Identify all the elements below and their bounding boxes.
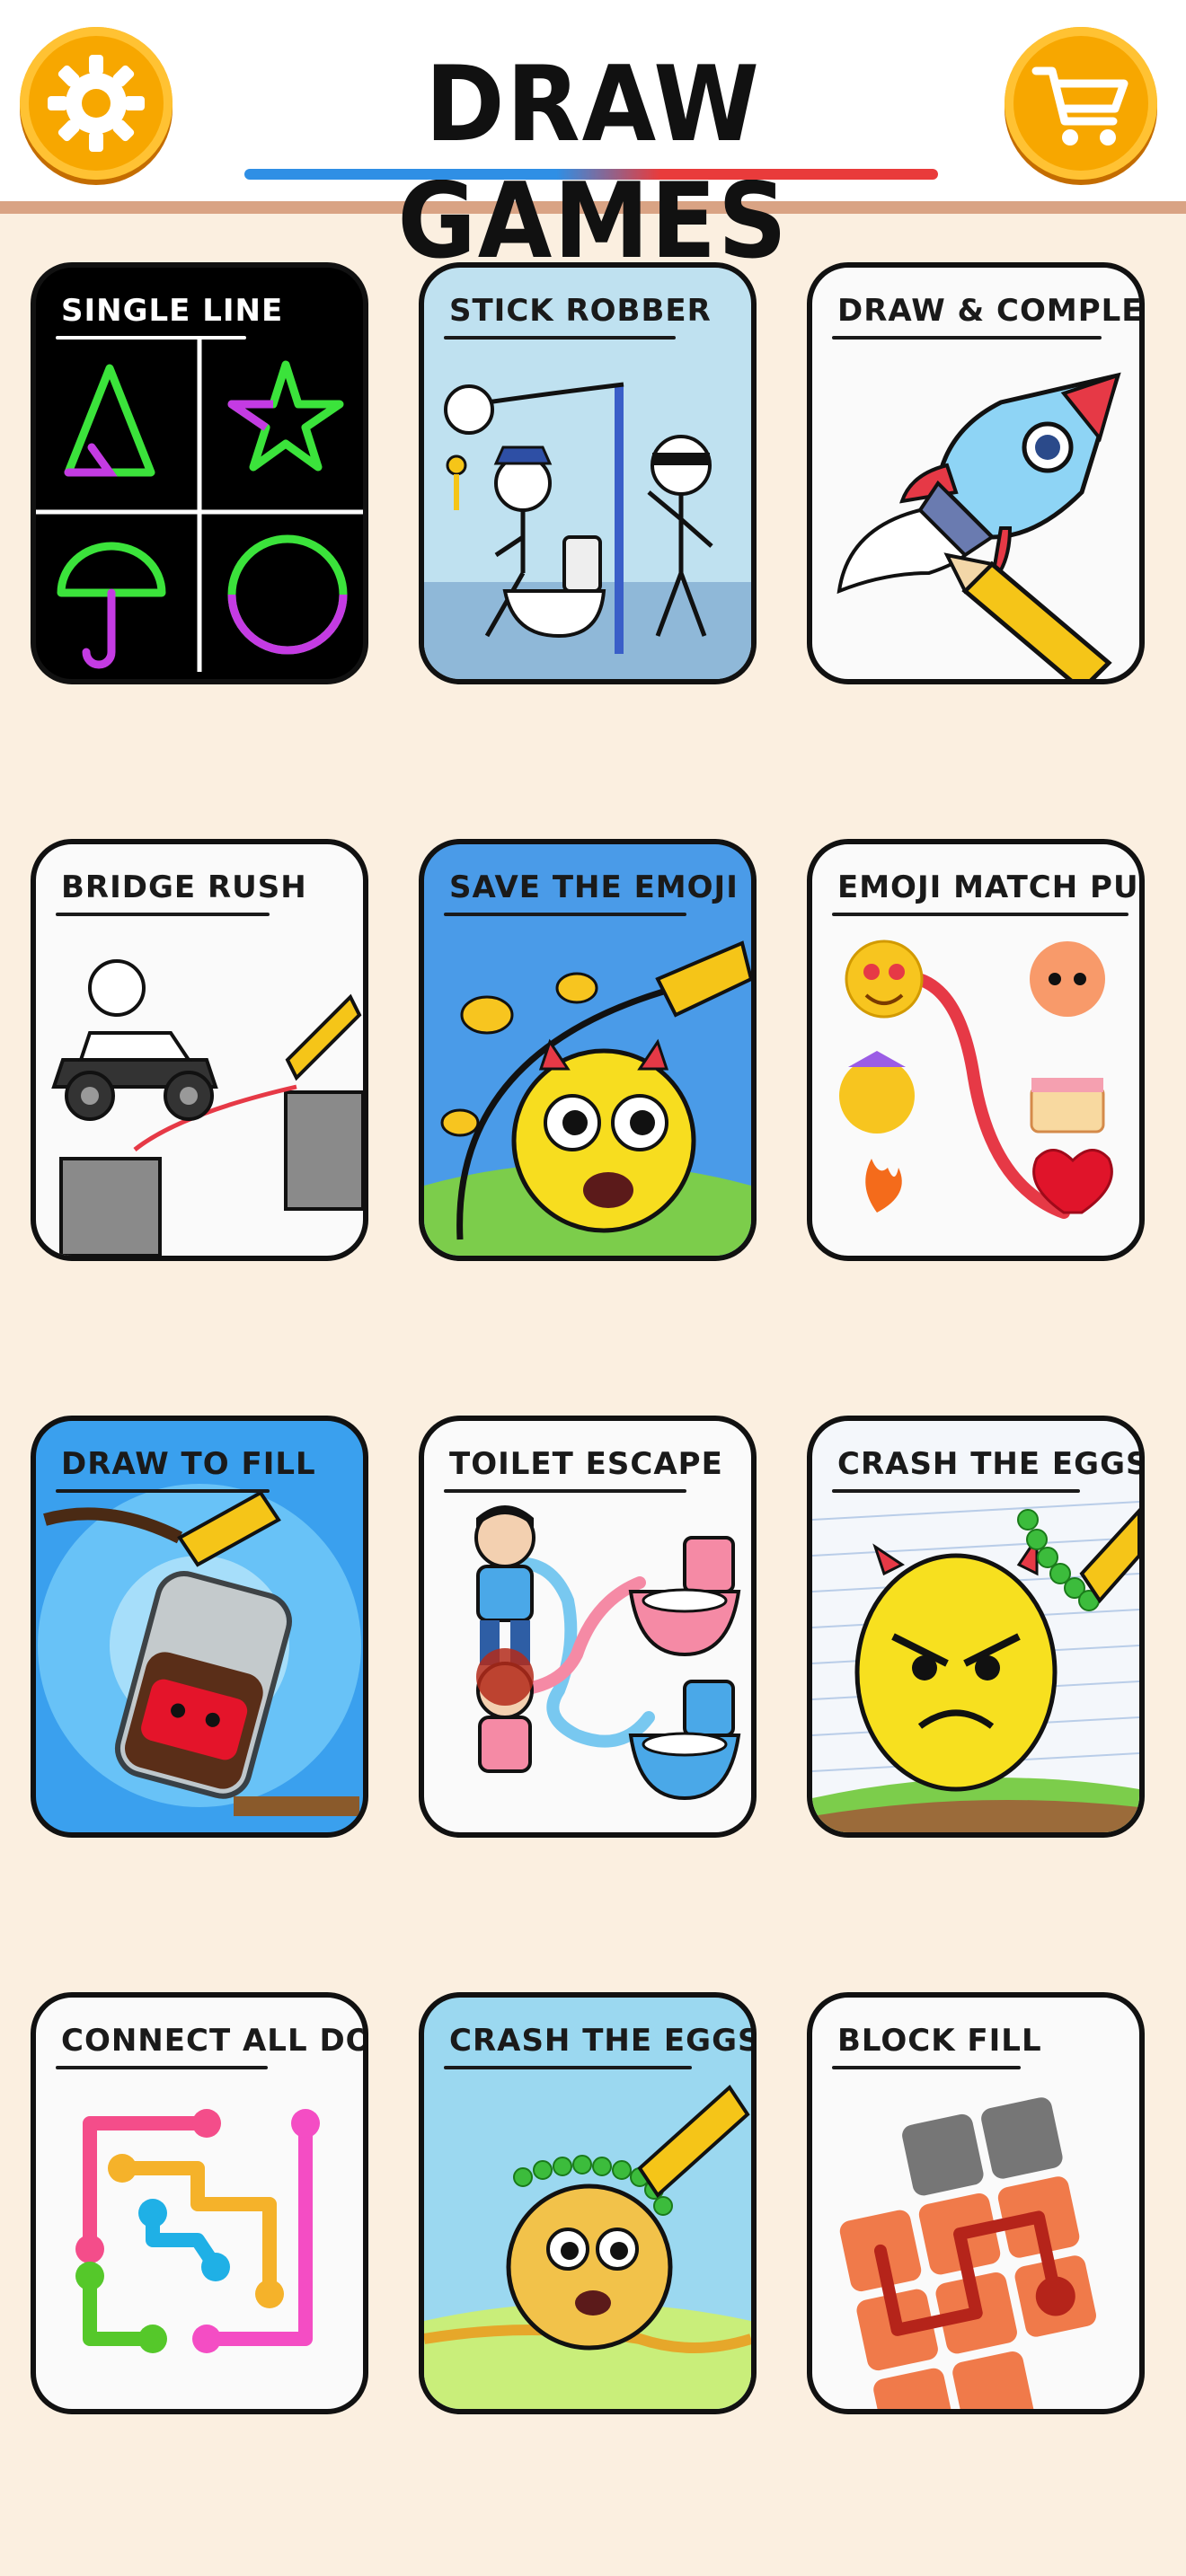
draw-to-fill-artwork xyxy=(38,1484,361,1816)
game-title: BLOCK FILL xyxy=(837,2023,1042,2059)
game-card-block-fill[interactable]: BLOCK FILL xyxy=(807,1992,1145,2414)
title-underline xyxy=(244,169,938,180)
game-card-draw-to-fill[interactable]: DRAW TO FILL xyxy=(31,1416,368,1838)
game-title: DRAW & COMPLETE xyxy=(837,293,1144,329)
toilet-escape-artwork xyxy=(474,1505,741,1801)
game-title: CONNECT ALL DOTS xyxy=(61,2023,368,2059)
shopping-cart-icon xyxy=(1031,66,1128,146)
title-underline xyxy=(56,336,246,340)
bridge-rush-artwork xyxy=(51,959,363,1256)
page-title: DRAW GAMES xyxy=(397,44,789,282)
game-card-single-line[interactable]: SINGLE LINE xyxy=(31,262,368,684)
game-card-crash-the-eggs[interactable]: CRASH THE EGGS xyxy=(807,1416,1145,1838)
emoji-match-puzzle-artwork xyxy=(839,940,1113,1219)
title-underline xyxy=(832,2066,1021,2069)
draw-complete-artwork xyxy=(836,372,1121,679)
title-underline xyxy=(444,336,676,340)
game-card-bridge-rush[interactable]: BRIDGE RUSH xyxy=(31,839,368,1261)
game-card-toilet-escape[interactable]: TOILET ESCAPE xyxy=(419,1416,757,1838)
game-title: SINGLE LINE xyxy=(61,293,284,329)
save-the-emoji-artwork xyxy=(424,940,751,1256)
title-underline xyxy=(56,913,270,916)
game-card-draw-complete[interactable]: DRAW & COMPLETE xyxy=(807,262,1145,684)
title-underline xyxy=(444,2066,692,2069)
single-line-artwork xyxy=(36,340,363,672)
connect-all-dots-artwork xyxy=(75,2109,320,2353)
block-fill-artwork xyxy=(839,2097,1096,2409)
title-underline xyxy=(444,913,686,916)
game-title: STICK ROBBER xyxy=(449,293,712,329)
title-underline xyxy=(832,1489,1080,1493)
game-title: DRAW TO FILL xyxy=(61,1446,316,1482)
title-underline xyxy=(832,913,1128,916)
crash-the-eggs-2-artwork xyxy=(424,2084,751,2409)
game-title: CRASH THE EGGS xyxy=(837,1446,1145,1482)
title-underline xyxy=(832,336,1102,340)
shop-button[interactable] xyxy=(1005,27,1157,180)
game-card-emoji-match-puzzle[interactable]: EMOJI MATCH PUZZLE xyxy=(807,839,1145,1261)
game-title: TOILET ESCAPE xyxy=(449,1446,723,1482)
title-underline xyxy=(56,1489,270,1493)
gear-icon xyxy=(48,55,145,152)
game-card-stick-robber[interactable]: STICK ROBBER xyxy=(419,262,757,684)
game-title: EMOJI MATCH PUZZLE xyxy=(837,869,1139,905)
game-title: SAVE THE EMOJI xyxy=(449,869,739,905)
game-card-connect-all-dots[interactable]: CONNECT ALL DOTS xyxy=(31,1992,368,2414)
game-title: BRIDGE RUSH xyxy=(61,869,307,905)
game-card-save-the-emoji[interactable]: SAVE THE EMOJI xyxy=(419,839,757,1261)
settings-button[interactable] xyxy=(20,27,173,180)
title-underline xyxy=(56,2066,268,2069)
game-title: CRASH THE EGGS xyxy=(449,2023,757,2059)
game-card-crash-the-eggs-2[interactable]: CRASH THE EGGS xyxy=(419,1992,757,2414)
title-underline xyxy=(444,1489,686,1493)
crash-the-eggs-artwork xyxy=(812,1501,1139,1832)
stick-robber-artwork xyxy=(424,382,751,679)
